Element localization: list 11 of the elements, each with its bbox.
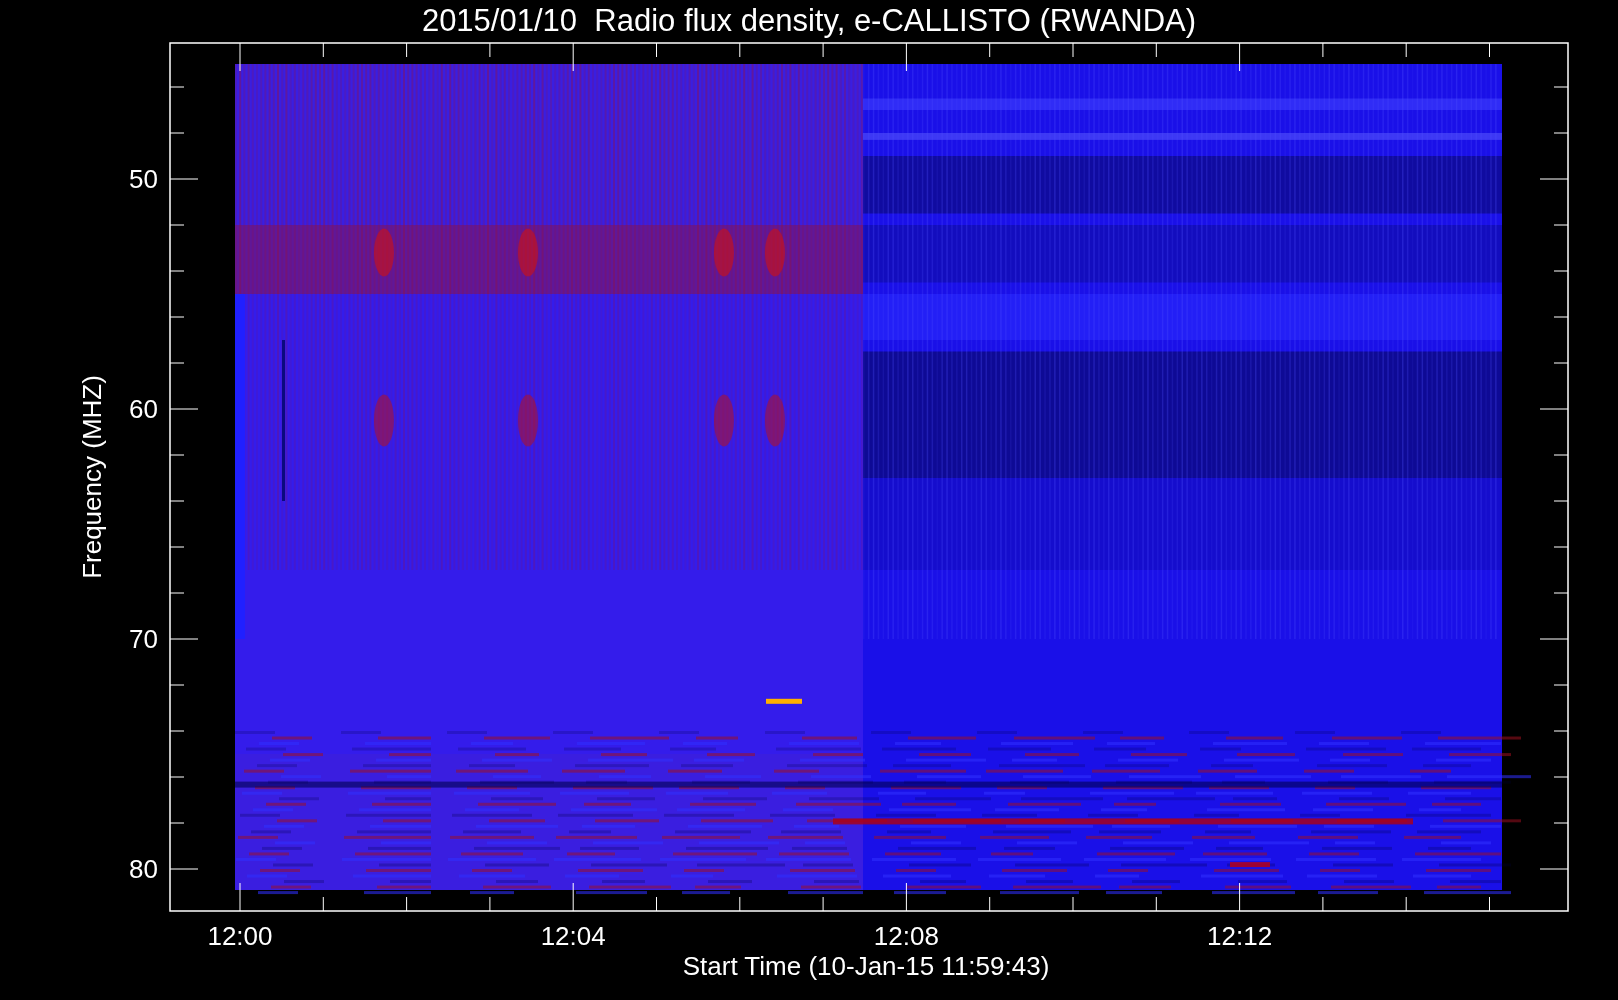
x-tick-label: 12:04 [540,921,606,951]
y-tick-label: 50 [129,164,158,194]
y-tick-label: 80 [129,854,158,884]
chart-title: 2015/01/10 Radio flux density, e-CALLISTO (RWANDA) [421,3,1197,38]
y-tick-label: 70 [129,624,158,654]
x-tick-label: 12:12 [1207,921,1273,951]
y-tick-label: 60 [129,394,158,424]
x-tick-label: 12:08 [873,921,939,951]
y-axis-label: Frequency (MHZ) [77,375,107,579]
x-tick-label: 12:00 [207,921,273,951]
x-axis-label: Start Time (10-Jan-15 11:59:43) [682,951,1050,981]
